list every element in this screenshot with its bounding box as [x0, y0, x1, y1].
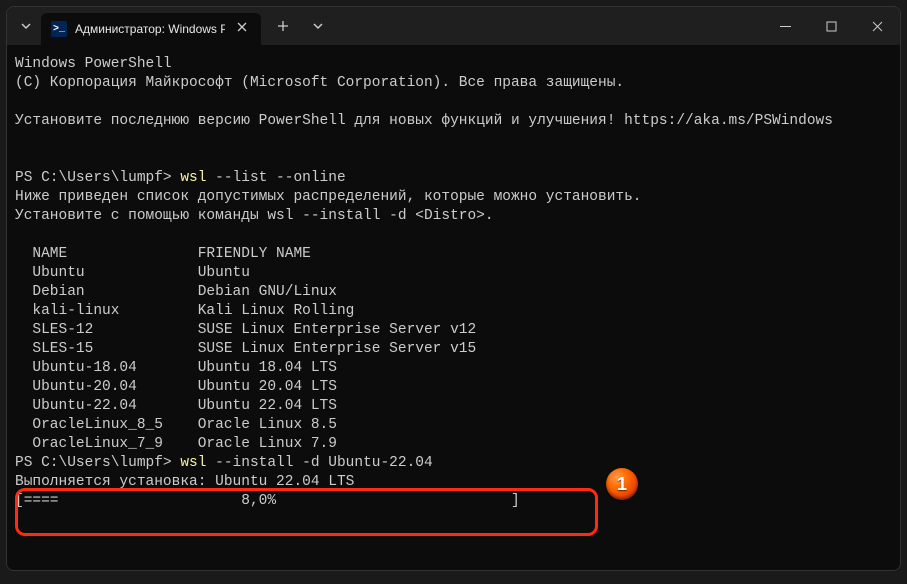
app-menu-chevron-icon[interactable] [17, 21, 35, 31]
ps-notice-link: https://aka.ms/PSWindows [624, 113, 833, 129]
list-intro-1: Ниже приведен список допустимых распреде… [15, 189, 642, 205]
new-tab-button[interactable] [267, 20, 299, 32]
minimize-button[interactable] [762, 7, 808, 45]
distro-row: Ubuntu Ubuntu [15, 265, 250, 281]
terminal-window: >_ Администратор: Windows Po [6, 6, 901, 571]
prompt-2-path: PS C:\Users\lumpf> [15, 455, 180, 471]
close-window-button[interactable] [854, 7, 900, 45]
distro-col-head: NAME FRIENDLY NAME [15, 246, 311, 262]
prompt-2-target: Ubuntu-22.04 [328, 455, 432, 471]
close-tab-button[interactable] [233, 20, 251, 38]
tab-title: Администратор: Windows Po [75, 22, 225, 36]
terminal-output[interactable]: Windows PowerShell (C) Корпорация Майкро… [7, 45, 900, 570]
distro-row: OracleLinux_8_5 Oracle Linux 8.5 [15, 417, 337, 433]
ps-header-2: (C) Корпорация Майкрософт (Microsoft Cor… [15, 75, 624, 91]
distro-row: Ubuntu-22.04 Ubuntu 22.04 LTS [15, 398, 337, 414]
distro-row: SLES-12 SUSE Linux Enterprise Server v12 [15, 322, 476, 338]
titlebar-left: >_ Администратор: Windows Po [7, 7, 331, 45]
powershell-icon: >_ [51, 21, 67, 37]
distro-row: Ubuntu-18.04 Ubuntu 18.04 LTS [15, 360, 337, 376]
titlebar[interactable]: >_ Администратор: Windows Po [7, 7, 900, 45]
distro-row: SLES-15 SUSE Linux Enterprise Server v15 [15, 341, 476, 357]
prompt-1-path: PS C:\Users\lumpf> [15, 170, 180, 186]
prompt-2-args: --install -d [215, 455, 328, 471]
prompt-2-cmd: wsl [180, 455, 215, 471]
tab-powershell[interactable]: >_ Администратор: Windows Po [41, 13, 261, 45]
list-intro-2: Установите с помощью команды wsl --insta… [15, 208, 494, 224]
install-progress: [==== 8,0% ] [15, 493, 520, 509]
maximize-button[interactable] [808, 7, 854, 45]
prompt-1-cmd: wsl [180, 170, 215, 186]
ps-notice: Установите последнюю версию PowerShell д… [15, 113, 624, 129]
tab-dropdown-chevron-icon[interactable] [305, 21, 331, 31]
install-status: Выполняется установка: Ubuntu 22.04 LTS [15, 474, 354, 490]
distro-row: OracleLinux_7_9 Oracle Linux 7.9 [15, 436, 337, 452]
ps-header-1: Windows PowerShell [15, 56, 172, 72]
distro-row: Debian Debian GNU/Linux [15, 284, 337, 300]
distro-row: Ubuntu-20.04 Ubuntu 20.04 LTS [15, 379, 337, 395]
prompt-1-args: --list --online [215, 170, 346, 186]
titlebar-drag-area[interactable] [331, 7, 762, 45]
window-controls [762, 7, 900, 45]
distro-row: kali-linux Kali Linux Rolling [15, 303, 354, 319]
